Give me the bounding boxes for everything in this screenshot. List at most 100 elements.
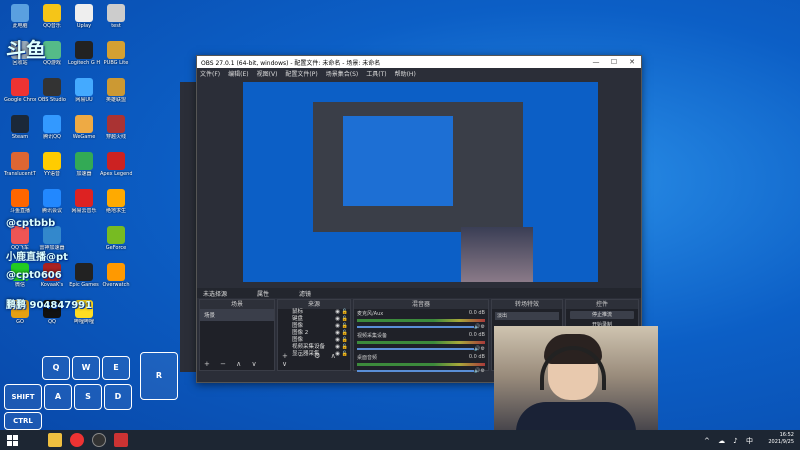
clock[interactable]: 16:52 2021/9/25: [768, 432, 794, 446]
source-item[interactable]: 键盘 ◉ 🔓: [278, 316, 350, 323]
taskbar: ^ ☁ ♪ 中 16:52 2021/9/25: [0, 430, 800, 450]
menu-item[interactable]: 帮助(H): [395, 69, 416, 78]
channel-db: 0.0 dB: [468, 332, 485, 338]
desktop-icon[interactable]: 加速器: [68, 152, 100, 177]
desktop-icon[interactable]: 穿越火线: [100, 115, 132, 140]
desktop-icon[interactable]: 网易云音乐: [68, 189, 100, 214]
desktop-icon-label: 穿越火线: [105, 134, 126, 140]
lock-icon[interactable]: 🔓: [342, 316, 348, 323]
menu-item[interactable]: 工具(T): [366, 69, 386, 78]
lock-icon[interactable]: 🔓: [342, 323, 348, 330]
desktop-icon-label: test: [111, 23, 121, 29]
obs-menubar: 文件(F) 编辑(E) 视图(V) 配置文件(P) 场景集合(S) 工具(T) 帮助(H): [197, 68, 641, 78]
desktop-icon[interactable]: Epic Games: [68, 263, 100, 288]
app-icon[interactable]: [114, 433, 128, 447]
windows-icon: [6, 434, 18, 446]
desktop-icon[interactable]: Google Chrome: [4, 78, 36, 103]
lock-icon[interactable]: 🔓: [342, 309, 348, 316]
desktop-icon[interactable]: Steam: [4, 115, 36, 140]
visibility-icon[interactable]: ◉: [335, 344, 340, 351]
system-tray-icons[interactable]: ^ ☁ ♪ 中: [704, 436, 756, 446]
transition-select[interactable]: 淡出: [495, 312, 559, 320]
app-icon: [107, 226, 125, 244]
volume-slider[interactable]: [357, 326, 475, 328]
app-icon: [107, 78, 125, 96]
maximize-icon[interactable]: ☐: [605, 58, 623, 66]
desktop-icon[interactable]: TranslucentTB: [4, 152, 36, 177]
app-icon: [75, 4, 93, 22]
scenes-dock: 场景 场景 + − ∧ ∨: [199, 299, 275, 371]
desktop-icon[interactable]: 英雄联盟: [100, 78, 132, 103]
desktop-icon[interactable]: YY语音: [36, 152, 68, 177]
start-button[interactable]: [0, 430, 24, 450]
key-a: A: [44, 384, 72, 410]
sources-list[interactable]: 鼠标 ◉ 🔓 键盘 ◉ 🔓 图像 ◉ 🔓 图像 2 ◉ 🔓 图像 ◉ 🔓 视频采集设备 ◉ 🔓 显示器采集 ◉ 🔓: [278, 309, 350, 358]
scene-item[interactable]: 场景: [200, 309, 274, 321]
channel-db: 0.0 dB: [468, 354, 485, 360]
overlay-id-1: @cptbbb: [6, 218, 56, 229]
source-item[interactable]: 鼠标 ◉ 🔓: [278, 309, 350, 316]
speaker-icon[interactable]: 🔊⚙: [474, 324, 485, 330]
source-controls[interactable]: + − ⚙ ∧ ∨: [282, 352, 350, 368]
visibility-icon[interactable]: ◉: [335, 316, 340, 323]
source-item[interactable]: 图像 2 ◉ 🔓: [278, 330, 350, 337]
source-item[interactable]: 图像 ◉ 🔓: [278, 337, 350, 344]
visibility-icon[interactable]: ◉: [335, 330, 340, 337]
minimize-icon[interactable]: —: [587, 58, 605, 66]
key-d: D: [104, 384, 132, 410]
visibility-icon[interactable]: ◉: [335, 323, 340, 330]
file-explorer-icon[interactable]: [48, 433, 62, 447]
key-shift: SHIFT: [4, 384, 42, 410]
desktop-icon[interactable]: 绝地求生: [100, 189, 132, 214]
desktop-icon[interactable]: test: [100, 4, 132, 29]
stop-stream-button[interactable]: 停止推流: [570, 311, 634, 319]
desktop-icon[interactable]: 腾讯会议: [36, 189, 68, 214]
source-label: 鼠标: [292, 309, 304, 315]
sources-dock: 来源 鼠标 ◉ 🔓 键盘 ◉ 🔓 图像 ◉ 🔓 图像 2 ◉ 🔓 图像 ◉ 🔓 视频采集设备 ◉ 🔓 显示器采集 ◉ 🔓…: [277, 299, 351, 371]
desktop-icon[interactable]: OBS Studio: [36, 78, 68, 103]
menu-item[interactable]: 配置文件(P): [285, 69, 317, 78]
chrome-icon[interactable]: [70, 433, 84, 447]
volume-meter: [357, 319, 485, 322]
overlay-id-4: 鹏鹏 904847991: [6, 300, 93, 311]
scene-controls[interactable]: + − ∧ ∨: [204, 360, 261, 368]
scenes-title: 场景: [200, 300, 274, 309]
desktop-icon[interactable]: 斗鱼直播: [4, 189, 36, 214]
volume-slider[interactable]: [357, 370, 475, 372]
properties-button[interactable]: 属性: [257, 289, 269, 298]
desktop-icon-label: Uplay: [76, 23, 92, 29]
desktop-icon[interactable]: WeGame: [68, 115, 100, 140]
desktop-icon[interactable]: Apex Legends: [100, 152, 132, 177]
speaker-icon[interactable]: 🔊⚙: [474, 346, 485, 352]
desktop-icon[interactable]: QQ音乐: [36, 4, 68, 29]
volume-slider[interactable]: [357, 348, 475, 350]
lock-icon[interactable]: 🔓: [342, 337, 348, 344]
menu-item[interactable]: 视图(V): [257, 69, 278, 78]
visibility-icon[interactable]: ◉: [335, 309, 340, 316]
desktop-icon[interactable]: Overwatch: [100, 263, 132, 288]
desktop-icon[interactable]: 此电脑: [4, 4, 36, 29]
menu-item[interactable]: 编辑(E): [228, 69, 248, 78]
lock-icon[interactable]: 🔓: [342, 344, 348, 351]
source-item[interactable]: 图像 ◉ 🔓: [278, 323, 350, 330]
desktop-icon-label: Apex Legends: [100, 171, 132, 177]
desktop-icon[interactable]: Uplay: [68, 4, 100, 29]
desktop-icon[interactable]: 网易UU: [68, 78, 100, 103]
obs-icon[interactable]: [92, 433, 106, 447]
desktop-icon[interactable]: GeForce: [100, 226, 132, 251]
visibility-icon[interactable]: ◉: [335, 337, 340, 344]
desktop-icon[interactable]: PUBG Lite: [100, 41, 132, 66]
obs-preview[interactable]: [243, 82, 598, 282]
menu-item[interactable]: 文件(F): [200, 69, 220, 78]
desktop-icon[interactable]: 腾讯QQ: [36, 115, 68, 140]
menu-item[interactable]: 场景集合(S): [326, 69, 359, 78]
close-icon[interactable]: ✕: [623, 58, 641, 66]
filters-button[interactable]: 滤镜: [299, 289, 311, 298]
source-item[interactable]: 视频采集设备 ◉ 🔓: [278, 344, 350, 351]
desktop-icon-label: 加速器: [76, 171, 92, 177]
obs-titlebar[interactable]: OBS 27.0.1 (64-bit, windows) - 配置文件: 未命名…: [197, 56, 641, 68]
lock-icon[interactable]: 🔓: [342, 330, 348, 337]
channel-name: 麦克风/Aux: [357, 311, 384, 317]
desktop-icon[interactable]: Logitech G HUB: [68, 41, 100, 66]
obs-title: OBS 27.0.1 (64-bit, windows) - 配置文件: 未命名…: [201, 59, 381, 67]
